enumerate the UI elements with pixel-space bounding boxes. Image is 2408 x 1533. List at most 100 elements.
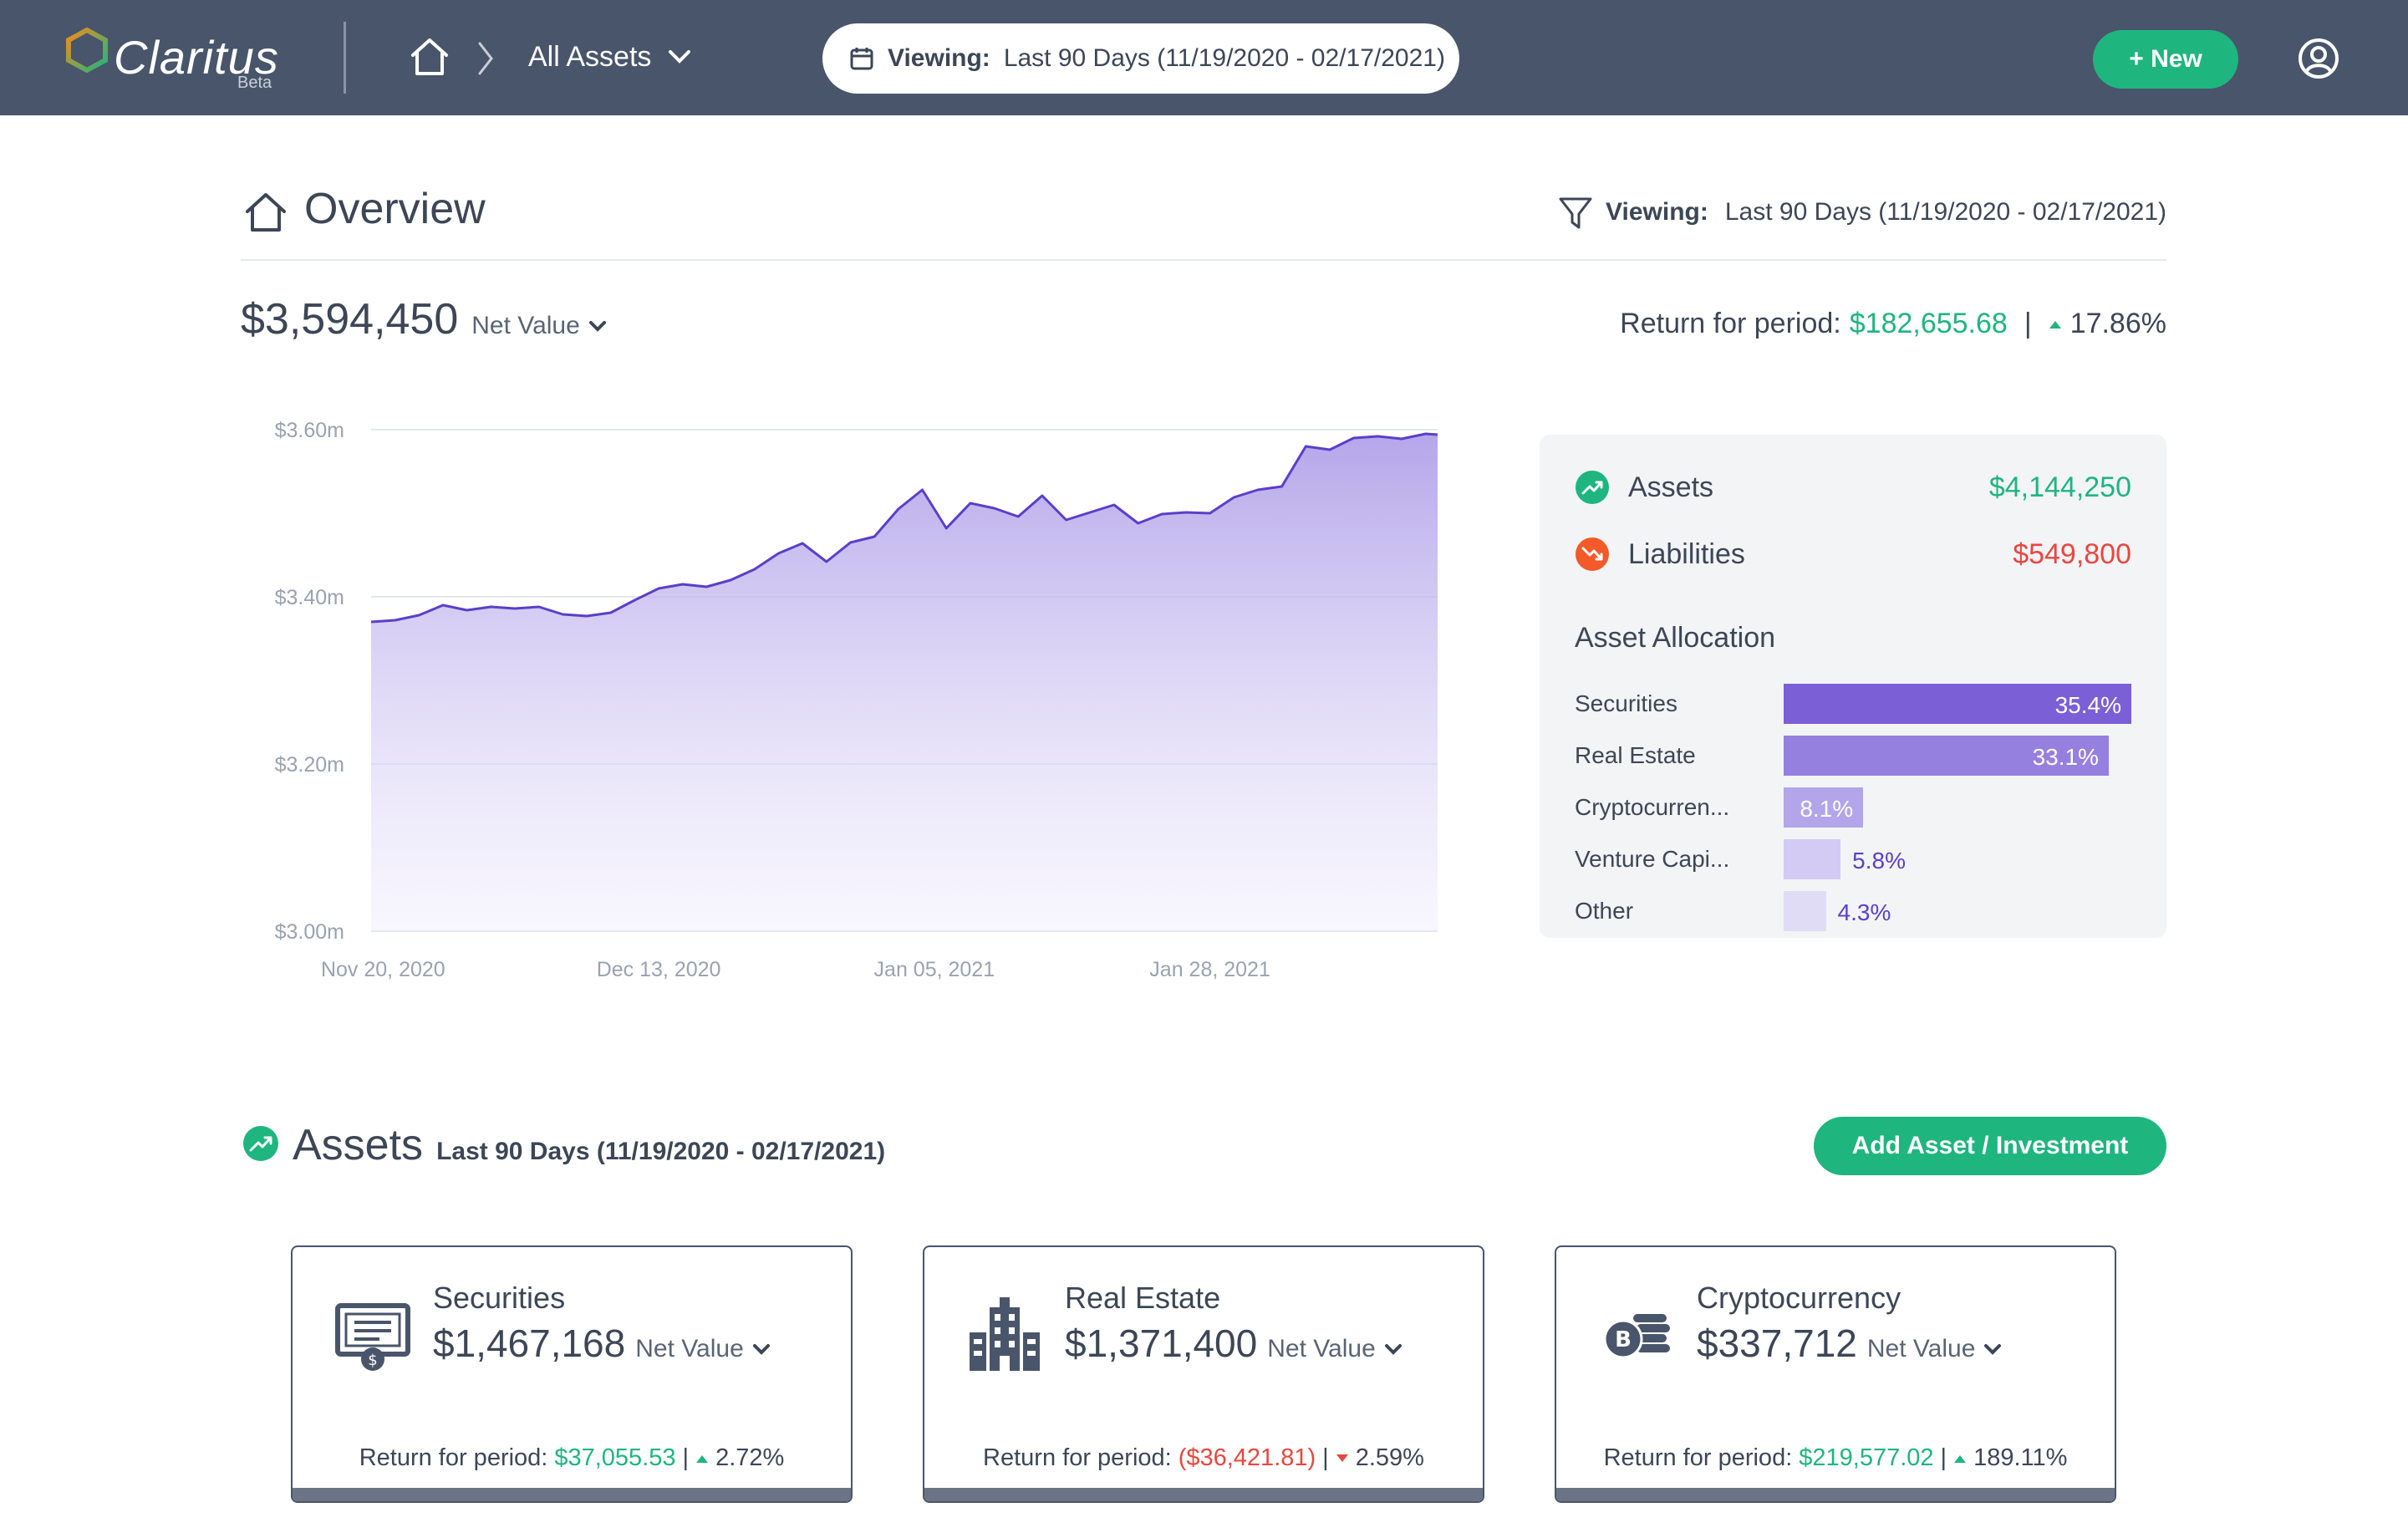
bitcoin-coins-icon: B: [1603, 1314, 1670, 1359]
calendar-icon: [850, 48, 873, 70]
assets-section-subtitle: Last 90 Days (11/19/2020 - 02/17/2021): [436, 1138, 886, 1165]
chevron-down-icon: [669, 50, 691, 64]
breadcrumb-assets-dropdown[interactable]: All Assets: [528, 38, 691, 75]
asset-card-return: Return for period: $219,577.02 | 189.11%: [1556, 1444, 2115, 1472]
allocation-name: Venture Capi...: [1575, 846, 1730, 872]
triangle-up-icon: [1954, 1454, 1967, 1463]
allocation-percent: 5.8%: [1852, 848, 1906, 873]
asset-card-return-amount: $37,055.53: [554, 1444, 676, 1471]
allocation-percent: 35.4%: [2054, 692, 2121, 718]
chart-x-tick-label: Nov 20, 2020: [321, 958, 445, 981]
asset-card-return-percent: 2.72%: [715, 1444, 785, 1471]
filter-label: Viewing:: [1606, 198, 1708, 226]
asset-card-real-estate[interactable]: Real Estate $1,371,400 Net Value Return …: [923, 1245, 1484, 1503]
allocation-row[interactable]: Securities 35.4%: [1575, 684, 2135, 724]
return-separator: |: [2024, 308, 2032, 339]
allocation-percent: 33.1%: [2032, 744, 2099, 770]
allocation-name: Securities: [1575, 690, 1677, 716]
asset-card-return: Return for period: $37,055.53 | 2.72%: [293, 1444, 851, 1472]
filter-value: Last 90 Days (11/19/2020 - 02/17/2021): [1724, 198, 2166, 226]
chart-y-tick-label: $3.40m: [275, 586, 344, 609]
allocation-row[interactable]: Venture Capi... 5.8%: [1575, 839, 2135, 879]
assets-trending-up-icon: [243, 1126, 278, 1161]
triangle-up-icon: [696, 1454, 709, 1463]
triangle-up-icon: [2049, 320, 2061, 328]
home-icon[interactable]: [406, 33, 453, 80]
building-icon: [970, 1297, 1040, 1371]
net-value-summary: $3,594,450 Net Value: [241, 294, 607, 344]
breadcrumb-chevron-icon: [478, 42, 493, 75]
allocation-row[interactable]: Cryptocurren... 8.1%: [1575, 787, 2135, 828]
return-amount: $182,655.68: [1849, 308, 2008, 339]
allocation-row[interactable]: Other 4.3%: [1575, 891, 2135, 931]
asset-card-amount: $1,371,400: [1065, 1322, 1258, 1365]
asset-card-amount-row: $1,467,168 Net Value: [433, 1321, 771, 1366]
chevron-down-icon: [588, 321, 606, 332]
triangle-down-icon: [1336, 1454, 1348, 1462]
app-logo[interactable]: Claritus Beta: [64, 23, 298, 92]
return-label: Return for period:: [1620, 308, 1841, 339]
asset-card-cryptocurrency[interactable]: B Cryptocurrency $337,712 Net Value Retu…: [1555, 1245, 2116, 1503]
overview-divider: [241, 259, 2166, 261]
svg-text:$: $: [368, 1352, 377, 1369]
trending-down-icon: [1576, 537, 1609, 571]
asset-card-name: Cryptocurrency: [1697, 1281, 1901, 1315]
asset-card-return-amount: $219,577.02: [1799, 1444, 1934, 1471]
asset-card-amount: $1,467,168: [433, 1322, 626, 1365]
overview-home-icon: [246, 193, 286, 232]
asset-card-return-label: Return for period:: [983, 1444, 1172, 1471]
asset-card-amount: $337,712: [1697, 1322, 1857, 1365]
asset-card-net-value-dropdown[interactable]: Net Value: [1867, 1335, 2003, 1363]
chart-x-tick-label: Dec 13, 2020: [597, 958, 721, 981]
add-asset-button[interactable]: Add Asset / Investment: [1814, 1117, 2166, 1175]
new-button[interactable]: + New: [2093, 30, 2238, 89]
asset-card-net-value-dropdown[interactable]: Net Value: [1267, 1335, 1403, 1363]
chevron-down-icon: [1984, 1344, 2002, 1355]
summary-assets-value: $4,144,250: [1988, 471, 2131, 503]
asset-card-return-label: Return for period:: [1603, 1444, 1793, 1471]
asset-card-footer: [293, 1488, 851, 1501]
allocation-bar: [1784, 839, 1841, 879]
summary-liabilities-row[interactable]: Liabilities $549,800: [1575, 533, 2131, 575]
logo-beta-badge: Beta: [237, 74, 272, 92]
net-value-dropdown[interactable]: Net Value: [471, 312, 607, 340]
breadcrumb-current: All Assets: [528, 40, 652, 73]
allocation-bar: [1784, 891, 1826, 931]
asset-card-amount-row: $1,371,400 Net Value: [1065, 1321, 1403, 1366]
user-account-icon[interactable]: [2297, 37, 2340, 80]
asset-card-securities[interactable]: $ Securities $1,467,168 Net Value Return…: [291, 1245, 853, 1503]
asset-card-return-amount: ($36,421.81): [1178, 1444, 1316, 1471]
date-range-selector[interactable]: Viewing: Last 90 Days (11/19/2020 - 02/1…: [822, 23, 1459, 94]
summary-panel: Assets $4,144,250 Liabilities $549,800 A…: [1540, 435, 2166, 938]
certificate-icon: $: [335, 1303, 410, 1371]
trending-up-icon: [1576, 471, 1609, 504]
assets-section-header: Assets Last 90 Days (11/19/2020 - 02/17/…: [293, 1120, 885, 1170]
chevron-down-icon: [752, 1344, 770, 1355]
summary-liabilities-label: Liabilities: [1628, 537, 1745, 570]
date-range-value: Last 90 Days (11/19/2020 - 02/17/2021): [1003, 44, 1445, 72]
asset-card-return-percent: 2.59%: [1355, 1444, 1424, 1471]
asset-card-name: Securities: [433, 1281, 566, 1315]
asset-card-nv-label: Net Value: [1267, 1335, 1376, 1362]
allocation-title: Asset Allocation: [1575, 622, 1776, 654]
asset-card-net-value-dropdown[interactable]: Net Value: [635, 1335, 771, 1363]
chevron-down-icon: [1384, 1344, 1402, 1355]
asset-card-return-label: Return for period:: [359, 1444, 548, 1471]
chart-x-tick-label: Jan 28, 2021: [1149, 958, 1270, 981]
svg-text:B: B: [1615, 1327, 1632, 1352]
asset-card-return-separator: |: [682, 1444, 690, 1471]
net-value-amount: $3,594,450: [241, 295, 459, 344]
overview-filter[interactable]: Viewing: Last 90 Days (11/19/2020 - 02/1…: [1557, 194, 2166, 231]
chart-y-tick-label: $3.60m: [275, 419, 344, 442]
asset-card-amount-row: $337,712 Net Value: [1697, 1321, 2002, 1366]
asset-card-return: Return for period: ($36,421.81) | 2.59%: [924, 1444, 1483, 1472]
summary-assets-row[interactable]: Assets $4,144,250: [1575, 466, 2131, 508]
filter-icon: [1559, 197, 1592, 229]
asset-card-name: Real Estate: [1065, 1281, 1221, 1315]
allocation-row[interactable]: Real Estate 33.1%: [1575, 736, 2135, 776]
allocation-name: Real Estate: [1575, 742, 1696, 768]
allocation-percent: 8.1%: [1800, 796, 1854, 822]
summary-assets-label: Assets: [1628, 471, 1714, 503]
overview-return: Return for period: $182,655.68 | 17.86%: [1620, 308, 2166, 340]
asset-card-return-separator: |: [1322, 1444, 1329, 1471]
